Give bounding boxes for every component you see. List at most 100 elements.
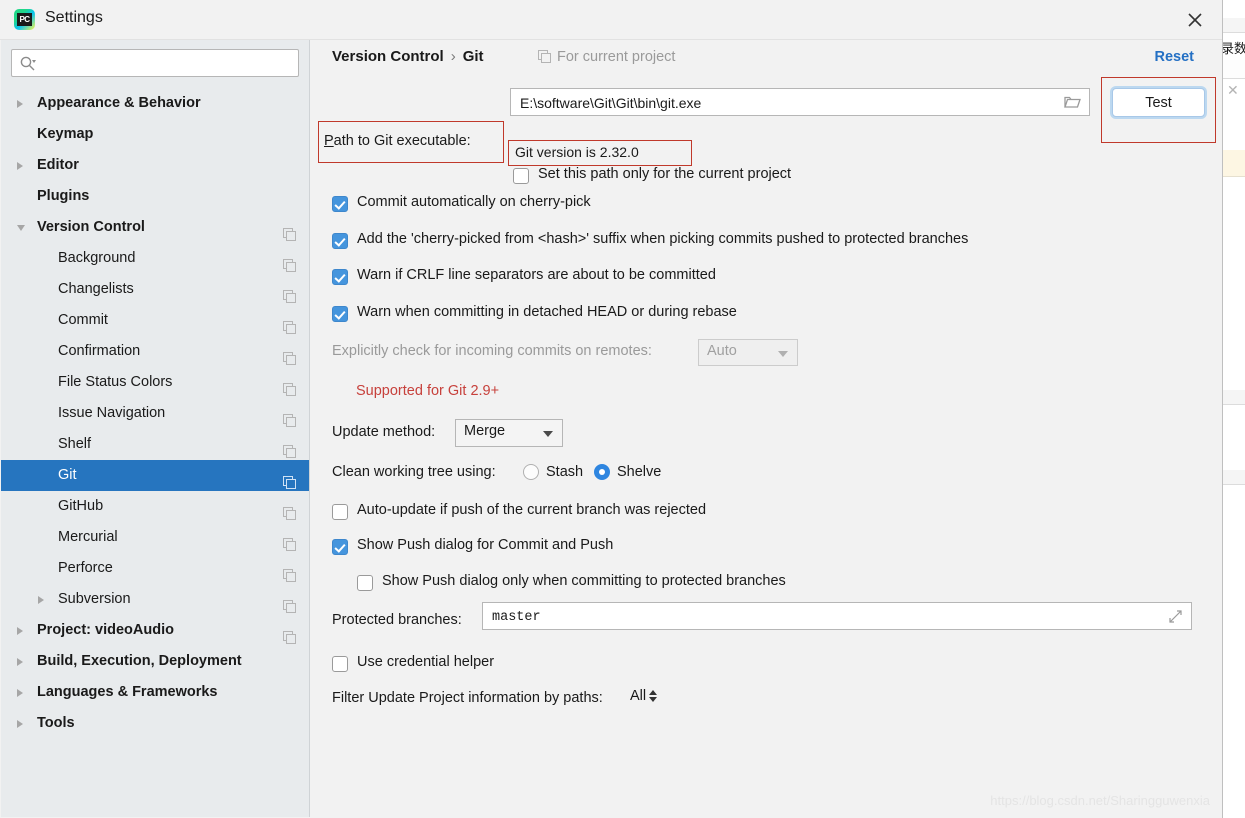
sidebar-item-build-execution-deployment[interactable]: Build, Execution, Deployment [1, 646, 309, 677]
spinner-arrows-icon[interactable] [649, 689, 658, 703]
window-title: Settings [45, 9, 103, 26]
copy-icon[interactable] [283, 283, 296, 303]
expand-icon[interactable] [1168, 609, 1183, 629]
protected-branches-input[interactable] [490, 603, 1159, 631]
chevron-down-icon[interactable] [17, 225, 25, 231]
sidebar-item-subversion[interactable]: Subversion [1, 584, 309, 615]
bg-strip [1223, 390, 1245, 405]
use-credential-helper-label: Use credential helper [357, 654, 495, 670]
explicit-check-label: Explicitly check for incoming commits on… [332, 343, 652, 359]
update-method-value: Merge [464, 423, 506, 439]
sidebar-item-label: File Status Colors [58, 374, 173, 390]
chevron-right-icon[interactable] [17, 162, 23, 170]
path-to-git-label: Path to Git executable: [324, 133, 471, 149]
sidebar-item-issue-navigation[interactable]: Issue Navigation [1, 398, 309, 429]
clean-tree-label: Clean working tree using: [332, 464, 496, 480]
show-push-dialog-checkbox[interactable] [332, 539, 348, 555]
folder-icon[interactable] [1064, 95, 1081, 115]
git-version-box: Git version is 2.32.0 [508, 140, 692, 166]
search-field[interactable] [11, 49, 299, 78]
sidebar-item-mercurial[interactable]: Mercurial [1, 522, 309, 553]
bg-strip [1223, 150, 1245, 177]
sidebar-item-file-status-colors[interactable]: File Status Colors [1, 367, 309, 398]
copy-icon[interactable] [283, 469, 296, 489]
chevron-right-icon[interactable] [17, 658, 23, 666]
copy-icon[interactable] [283, 562, 296, 582]
reset-link[interactable]: Reset [1155, 49, 1195, 65]
sidebar-item-shelf[interactable]: Shelf [1, 429, 309, 460]
sidebar-item-commit[interactable]: Commit [1, 305, 309, 336]
pycharm-logo-icon [14, 9, 35, 30]
sidebar-item-label: Background [58, 250, 136, 266]
warn-crlf-checkbox[interactable] [332, 269, 348, 285]
sidebar-item-changelists[interactable]: Changelists [1, 274, 309, 305]
copy-icon[interactable] [283, 438, 296, 458]
sidebar-item-appearance-behavior[interactable]: Appearance & Behavior [1, 88, 309, 119]
show-push-protected-checkbox[interactable] [357, 575, 373, 591]
sidebar-item-tools[interactable]: Tools [1, 708, 309, 739]
chevron-right-icon[interactable] [17, 100, 23, 108]
chevron-right-icon[interactable] [17, 689, 23, 697]
clean-tree-shelve-radio[interactable] [594, 464, 610, 480]
sidebar-item-keymap[interactable]: Keymap [1, 119, 309, 150]
sidebar-item-label: GitHub [58, 498, 104, 514]
sidebar-item-label: Plugins [37, 188, 90, 204]
settings-window-root: 录数 ✕ Settings [0, 0, 1245, 818]
show-push-dialog-label: Show Push dialog for Commit and Push [357, 537, 614, 553]
set-path-only-checkbox[interactable] [513, 168, 529, 184]
breadcrumb-root[interactable]: Version Control [332, 48, 444, 65]
copy-icon[interactable] [283, 314, 296, 334]
sidebar-item-version-control[interactable]: Version Control [1, 212, 309, 243]
use-credential-helper-checkbox[interactable] [332, 656, 348, 672]
git-path-field[interactable] [510, 88, 1090, 117]
copy-icon[interactable] [283, 593, 296, 613]
protected-branches-field[interactable] [482, 602, 1192, 631]
copy-icon[interactable] [283, 345, 296, 365]
bg-close-icon: ✕ [1227, 82, 1239, 98]
sidebar-item-label: Tools [37, 715, 75, 731]
copy-icon[interactable] [283, 531, 296, 551]
copy-icon[interactable] [283, 624, 296, 644]
explicit-check-combo[interactable]: Auto [698, 339, 798, 366]
cherry-picked-suffix-label: Add the 'cherry-picked from <hash>' suff… [357, 231, 969, 247]
test-button[interactable]: Test [1112, 88, 1205, 117]
update-method-combo[interactable]: Merge [455, 419, 563, 447]
filter-update-label: Filter Update Project information by pat… [332, 690, 603, 706]
show-push-protected-label: Show Push dialog only when committing to… [382, 573, 786, 589]
warn-detached-head-checkbox[interactable] [332, 306, 348, 322]
set-path-only-label: Set this path only for the current proje… [538, 166, 792, 182]
sidebar-item-git[interactable]: Git [1, 460, 309, 491]
sidebar-item-github[interactable]: GitHub [1, 491, 309, 522]
sidebar-item-background[interactable]: Background [1, 243, 309, 274]
sidebar-item-label: Appearance & Behavior [37, 95, 201, 111]
sidebar-item-editor[interactable]: Editor [1, 150, 309, 181]
copy-icon[interactable] [283, 407, 296, 427]
warn-crlf-label: Warn if CRLF line separators are about t… [357, 267, 716, 283]
sidebar-item-languages-frameworks[interactable]: Languages & Frameworks [1, 677, 309, 708]
sidebar-item-confirmation[interactable]: Confirmation [1, 336, 309, 367]
sidebar-item-label: Keymap [37, 126, 94, 142]
filter-update-spinner[interactable]: All [630, 688, 658, 704]
clean-tree-stash-radio[interactable] [523, 464, 539, 480]
chevron-right-icon[interactable] [17, 720, 23, 728]
copy-icon[interactable] [283, 500, 296, 520]
chevron-right-icon[interactable] [17, 627, 23, 635]
cherry-picked-suffix-checkbox[interactable] [332, 233, 348, 249]
search-input[interactable] [44, 50, 296, 78]
commit-auto-cherry-pick-checkbox[interactable] [332, 196, 348, 212]
bg-strip [1223, 470, 1245, 485]
sidebar-item-label: Project: videoAudio [37, 622, 174, 638]
sidebar-item-project-videoaudio[interactable]: Project: videoAudio [1, 615, 309, 646]
auto-update-checkbox[interactable] [332, 504, 348, 520]
commit-auto-cherry-pick-label: Commit automatically on cherry-pick [357, 194, 591, 210]
protected-branches-label: Protected branches: [332, 612, 462, 628]
copy-icon[interactable] [283, 376, 296, 396]
copy-icon[interactable] [283, 252, 296, 272]
close-icon[interactable] [1182, 7, 1208, 33]
sidebar-item-perforce[interactable]: Perforce [1, 553, 309, 584]
chevron-right-icon[interactable] [38, 596, 44, 604]
git-path-input[interactable] [518, 89, 1047, 117]
clean-tree-shelve-label: Shelve [617, 464, 662, 480]
copy-icon[interactable] [283, 221, 296, 241]
sidebar-item-plugins[interactable]: Plugins [1, 181, 309, 212]
